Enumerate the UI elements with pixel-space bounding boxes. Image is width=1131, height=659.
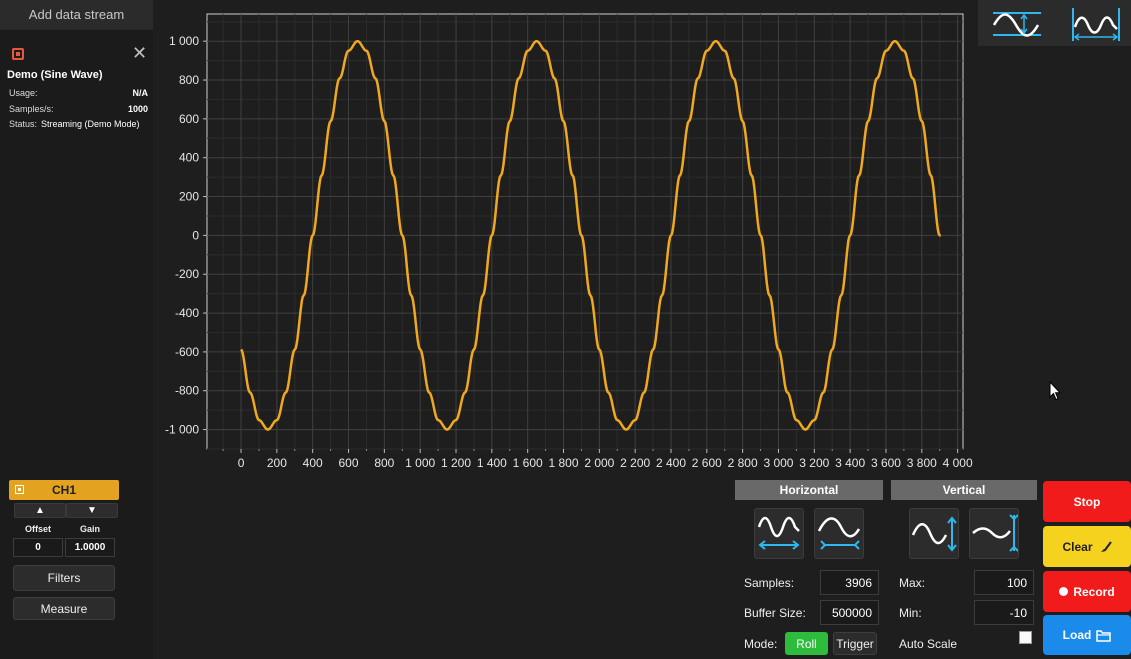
- gain-label: Gain: [79, 524, 100, 534]
- x-tick-label: 2 600: [692, 456, 722, 470]
- y-tick-label: 1 000: [169, 34, 199, 48]
- y-tick-label: 600: [179, 112, 199, 126]
- y-tick-label: -800: [175, 384, 199, 398]
- min-input[interactable]: -10: [974, 600, 1034, 625]
- measure-button[interactable]: Measure: [13, 597, 115, 620]
- record-button[interactable]: Record: [1043, 571, 1131, 612]
- x-tick-label: 800: [374, 456, 394, 470]
- samples-label: Samples:: [744, 576, 795, 590]
- autoscale-label: Auto Scale: [899, 637, 958, 651]
- status-label: Status:: [9, 119, 38, 129]
- y-tick-label: 800: [179, 73, 199, 87]
- usage-value: N/A: [132, 88, 149, 98]
- load-label: Load: [1062, 628, 1092, 642]
- channel-down-button[interactable]: ▼: [66, 503, 118, 518]
- gain-input[interactable]: 1.0000: [65, 538, 115, 557]
- vertical-expand-icon[interactable]: [909, 508, 959, 559]
- buffer-size-input[interactable]: 500000: [820, 600, 879, 625]
- x-tick-label: 2 000: [584, 456, 614, 470]
- left-panel: Add data stream ✕ Demo (Sine Wave) Usage…: [0, 0, 153, 659]
- samples-per-second-label: Samples/s:: [9, 104, 54, 114]
- x-tick-label: 1 000: [405, 456, 435, 470]
- autoscale-checkbox[interactable]: [1019, 631, 1032, 644]
- channel-tab-ch1[interactable]: CH1: [9, 480, 119, 500]
- buffer-size-label: Buffer Size:: [744, 606, 806, 620]
- x-tick-label: 200: [267, 456, 287, 470]
- y-tick-label: -200: [175, 267, 199, 281]
- horizontal-header: Horizontal: [735, 480, 883, 500]
- record-label: Record: [1073, 584, 1115, 599]
- filters-button[interactable]: Filters: [13, 565, 115, 591]
- x-tick-label: 1 600: [513, 456, 543, 470]
- x-tick-label: 0: [238, 456, 245, 470]
- y-tick-label: 200: [179, 190, 199, 204]
- status-value: Streaming (Demo Mode): [41, 119, 140, 129]
- y-tick-label: -600: [175, 345, 199, 359]
- samples-input[interactable]: 3906: [820, 570, 879, 595]
- record-dot-icon: [1059, 587, 1069, 596]
- x-tick-label: 3 200: [799, 456, 829, 470]
- y-tick-label: -400: [175, 306, 199, 320]
- max-input[interactable]: 100: [974, 570, 1034, 595]
- channel-enable-icon[interactable]: [15, 485, 24, 494]
- brush-icon: [1100, 540, 1112, 552]
- add-data-stream-button[interactable]: Add data stream: [0, 0, 153, 30]
- samples-per-second-value: 1000: [127, 104, 148, 114]
- vertical-compress-icon[interactable]: [969, 508, 1019, 559]
- samples-row: Samples/s: 1000: [9, 104, 148, 114]
- stream-name: Demo (Sine Wave): [7, 69, 103, 81]
- stop-label: Stop: [1073, 494, 1101, 509]
- plot-frame: [206, 13, 964, 450]
- max-label: Max:: [899, 576, 926, 590]
- y-tick-label: 400: [179, 151, 199, 165]
- usage-row: Usage: N/A: [9, 88, 148, 98]
- min-label: Min:: [899, 606, 922, 620]
- x-tick-label: 2 800: [728, 456, 758, 470]
- x-tick-label: 3 000: [763, 456, 793, 470]
- x-tick-label: 3 600: [871, 456, 901, 470]
- x-tick-label: 4 000: [943, 456, 973, 470]
- mode-trigger-button[interactable]: Trigger: [833, 632, 877, 655]
- usage-label: Usage:: [9, 88, 38, 98]
- x-tick-label: 3 400: [835, 456, 865, 470]
- x-tick-label: 400: [303, 456, 323, 470]
- x-tick-label: 1 200: [441, 456, 471, 470]
- clear-label: Clear: [1062, 539, 1093, 554]
- offset-input[interactable]: 0: [13, 538, 63, 557]
- stop-square-icon[interactable]: [12, 48, 24, 60]
- mode-roll-button[interactable]: Roll: [785, 632, 828, 655]
- horizontal-compress-icon[interactable]: [814, 508, 864, 559]
- x-tick-label: 1 800: [548, 456, 578, 470]
- horizontal-expand-icon[interactable]: [754, 508, 804, 559]
- stop-button[interactable]: Stop: [1043, 481, 1131, 522]
- vertical-header: Vertical: [891, 480, 1037, 500]
- waveform-plot[interactable]: 0 200 400 600 800 1 000 1 200 1 400 1 600 1 800 2 …: [153, 0, 978, 478]
- clear-button[interactable]: Clear: [1043, 526, 1131, 567]
- y-tick-label: 0: [192, 228, 199, 242]
- vertical-autoscale-icon[interactable]: [990, 3, 1046, 43]
- x-tick-label: 600: [339, 456, 359, 470]
- waveform-chart[interactable]: 0 200 400 600 800 1 000 1 200 1 400 1 600 1 800 2 …: [153, 0, 978, 478]
- close-icon[interactable]: ✕: [132, 44, 147, 62]
- channel-name: CH1: [51, 483, 76, 497]
- x-tick-label: 2 200: [620, 456, 650, 470]
- status-row: Status: Streaming (Demo Mode): [9, 119, 148, 129]
- mode-label: Mode:: [744, 637, 778, 651]
- y-tick-label: -1 000: [165, 423, 199, 437]
- offset-label: Offset: [24, 524, 51, 534]
- stream-card: ✕ Demo (Sine Wave) Usage: N/A Samples/s:…: [0, 38, 153, 138]
- x-tick-label: 3 800: [907, 456, 937, 470]
- x-tick-label: 2 400: [656, 456, 686, 470]
- channel-up-button[interactable]: ▲: [14, 503, 66, 518]
- folder-icon: [1096, 629, 1112, 642]
- load-button[interactable]: Load: [1043, 615, 1131, 655]
- mouse-cursor-icon: [1049, 381, 1061, 401]
- horizontal-autoscale-icon[interactable]: [1069, 3, 1125, 43]
- x-tick-label: 1 400: [477, 456, 507, 470]
- autoscale-toolbar: [978, 0, 1131, 46]
